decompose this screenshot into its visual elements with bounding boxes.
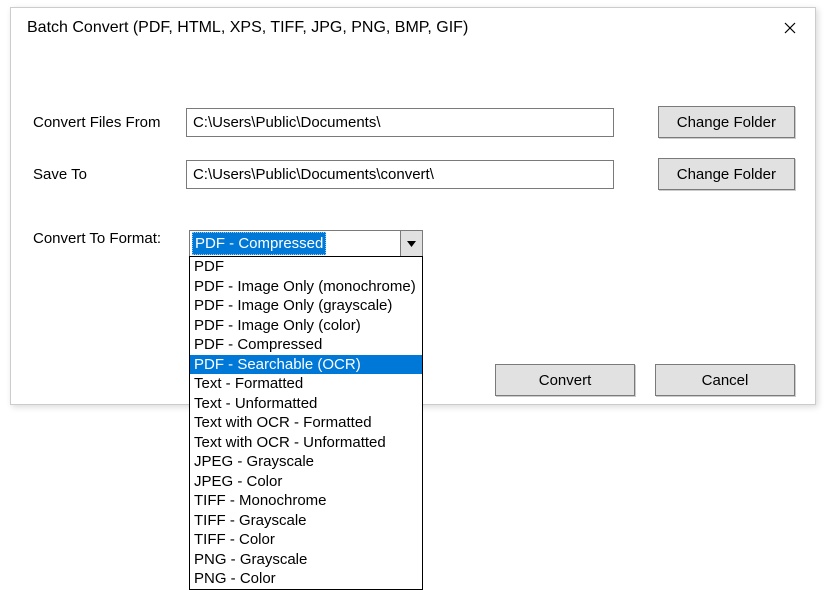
- format-option[interactable]: Text - Unformatted: [190, 394, 422, 414]
- convert-from-input[interactable]: [186, 108, 614, 137]
- window-title: Batch Convert (PDF, HTML, XPS, TIFF, JPG…: [27, 19, 468, 37]
- batch-convert-dialog: Batch Convert (PDF, HTML, XPS, TIFF, JPG…: [10, 7, 816, 405]
- format-option[interactable]: PNG - Color: [190, 569, 422, 589]
- format-option[interactable]: JPEG - Color: [190, 472, 422, 492]
- format-option[interactable]: Text with OCR - Formatted: [190, 413, 422, 433]
- label-save-to: Save To: [31, 166, 186, 183]
- label-convert-from: Convert Files From: [31, 114, 186, 131]
- titlebar: Batch Convert (PDF, HTML, XPS, TIFF, JPG…: [11, 8, 815, 48]
- format-option[interactable]: TIFF - Grayscale: [190, 511, 422, 531]
- change-folder-from-button[interactable]: Change Folder: [658, 106, 795, 138]
- chevron-down-icon: [407, 241, 416, 247]
- convert-button[interactable]: Convert: [495, 364, 635, 396]
- format-option[interactable]: PDF - Image Only (grayscale): [190, 296, 422, 316]
- format-option[interactable]: PDF - Image Only (monochrome): [190, 277, 422, 297]
- row-save-to: Save To Change Folder: [31, 158, 795, 190]
- change-folder-to-button[interactable]: Change Folder: [658, 158, 795, 190]
- format-option[interactable]: PNG - Grayscale: [190, 550, 422, 570]
- save-to-input[interactable]: [186, 160, 614, 189]
- format-selected-value: PDF - Compressed: [192, 232, 326, 255]
- dialog-content: Convert Files From Change Folder Save To…: [11, 106, 815, 257]
- format-option[interactable]: Text with OCR - Unformatted: [190, 433, 422, 453]
- format-option[interactable]: Text - Formatted: [190, 374, 422, 394]
- format-dropdown[interactable]: PDFPDF - Image Only (monochrome)PDF - Im…: [189, 256, 423, 590]
- cancel-button[interactable]: Cancel: [655, 364, 795, 396]
- footer-buttons: Convert Cancel: [495, 364, 795, 396]
- format-option[interactable]: PDF - Compressed: [190, 335, 422, 355]
- close-button[interactable]: [779, 17, 801, 39]
- format-option[interactable]: TIFF - Color: [190, 530, 422, 550]
- format-option[interactable]: PDF - Image Only (color): [190, 316, 422, 336]
- format-option[interactable]: PDF - Searchable (OCR): [190, 355, 422, 375]
- format-option[interactable]: TIFF - Monochrome: [190, 491, 422, 511]
- label-convert-format: Convert To Format:: [31, 230, 189, 247]
- format-option[interactable]: JPEG - Grayscale: [190, 452, 422, 472]
- format-option[interactable]: PDF: [190, 257, 422, 277]
- combobox-arrow-button[interactable]: [400, 231, 422, 256]
- row-convert-format: Convert To Format: PDF - Compressed PDFP…: [31, 230, 795, 257]
- format-combobox[interactable]: PDF - Compressed: [189, 230, 423, 257]
- close-icon: [784, 22, 796, 34]
- row-convert-from: Convert Files From Change Folder: [31, 106, 795, 138]
